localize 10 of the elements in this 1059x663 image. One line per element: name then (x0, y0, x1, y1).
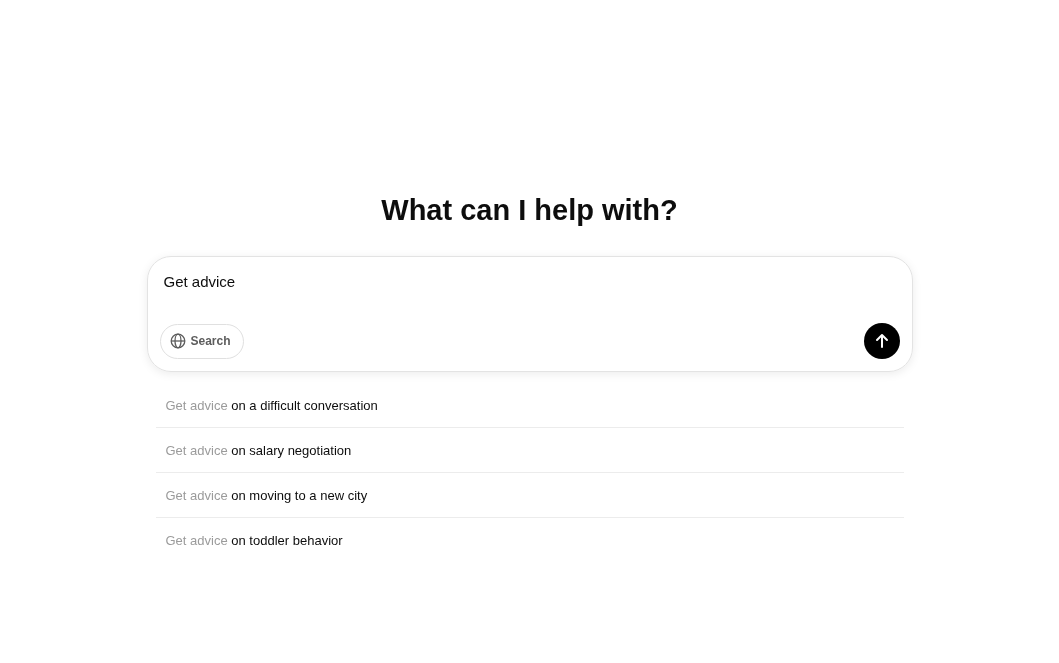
suggestion-item[interactable]: Get advice on salary negotiation (155, 428, 904, 472)
suggestion-item[interactable]: Get advice on moving to a new city (155, 473, 904, 517)
message-input[interactable]: Get advice (159, 271, 468, 291)
suggestion-item[interactable]: Get advice on a difficult conversation (155, 383, 904, 427)
arrow-up-icon (873, 333, 890, 349)
suggestion-item[interactable]: Get advice on toddler behavior (155, 518, 904, 562)
globe-icon (169, 333, 186, 349)
page-heading: What can I help with? (381, 193, 678, 228)
send-button[interactable] (863, 323, 900, 359)
search-button[interactable]: Search (159, 323, 244, 359)
